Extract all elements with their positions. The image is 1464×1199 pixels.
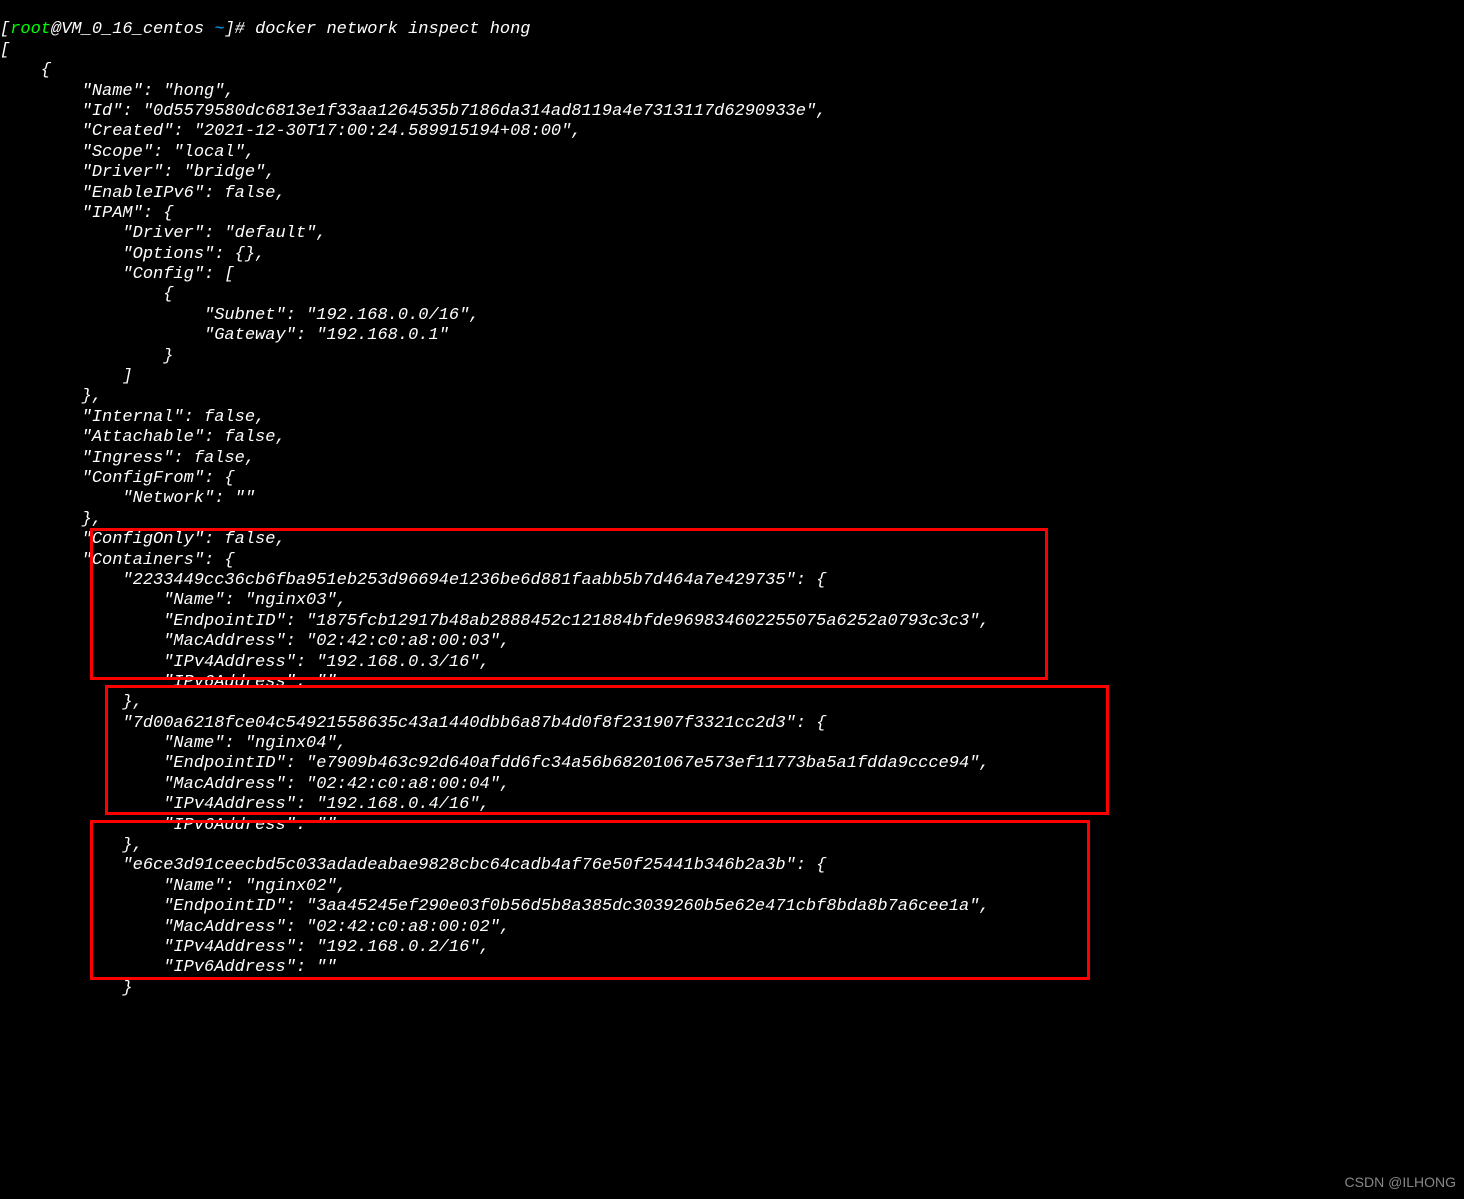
command-text[interactable]: docker network inspect hong: [255, 20, 530, 39]
json-open-bracket: [: [0, 41, 1464, 61]
json-c1-close: },: [0, 693, 1464, 713]
json-c3-eid: "EndpointID": "3aa45245ef290e03f0b56d5b8…: [0, 897, 1464, 917]
json-ipam-config-open: "Config": [: [0, 265, 1464, 285]
json-containers-open: "Containers": {: [0, 551, 1464, 571]
json-ipam-config-close: ]: [0, 367, 1464, 387]
json-scope: "Scope": "local",: [0, 143, 1464, 163]
json-id: "Id": "0d5579580dc6813e1f33aa1264535b718…: [0, 102, 1464, 122]
json-ipam-options: "Options": {},: [0, 245, 1464, 265]
json-c3-mac: "MacAddress": "02:42:c0:a8:00:02",: [0, 918, 1464, 938]
json-c1-ipv4: "IPv4Address": "192.168.0.3/16",: [0, 653, 1464, 673]
watermark-text: CSDN @ILHONG: [1345, 1174, 1456, 1191]
json-configfrom-open: "ConfigFrom": {: [0, 469, 1464, 489]
json-name: "Name": "hong",: [0, 82, 1464, 102]
prompt-tilde: ~: [214, 20, 224, 39]
json-ipam-subnet: "Subnet": "192.168.0.0/16",: [0, 306, 1464, 326]
json-c2-close: },: [0, 836, 1464, 856]
json-c2-ipv6: "IPv6Address": "": [0, 816, 1464, 836]
json-c3-close: }: [0, 979, 1464, 999]
json-ipam-cfg-brace: {: [0, 285, 1464, 305]
json-c1-key: "2233449cc36cb6fba951eb253d96694e1236be6…: [0, 571, 1464, 591]
json-ipam-cfg-close: }: [0, 347, 1464, 367]
json-c2-mac: "MacAddress": "02:42:c0:a8:00:04",: [0, 775, 1464, 795]
json-c3-name: "Name": "nginx02",: [0, 877, 1464, 897]
prompt-hash: #: [235, 20, 255, 39]
json-c3-ipv4: "IPv4Address": "192.168.0.2/16",: [0, 938, 1464, 958]
json-enableipv6: "EnableIPv6": false,: [0, 184, 1464, 204]
json-ipam-gateway: "Gateway": "192.168.0.1": [0, 326, 1464, 346]
json-ingress: "Ingress": false,: [0, 449, 1464, 469]
json-ipam-close: },: [0, 387, 1464, 407]
json-internal: "Internal": false,: [0, 408, 1464, 428]
json-ipam-open: "IPAM": {: [0, 204, 1464, 224]
prompt-host: VM_0_16_centos: [61, 20, 214, 39]
bracket-open: [: [0, 20, 10, 39]
json-driver: "Driver": "bridge",: [0, 163, 1464, 183]
json-obj-open: {: [0, 61, 1464, 81]
json-created: "Created": "2021-12-30T17:00:24.58991519…: [0, 122, 1464, 142]
json-configfrom-close: },: [0, 510, 1464, 530]
prompt-at: @: [51, 20, 61, 39]
json-c3-key: "e6ce3d91ceecbd5c033adadeabae9828cbc64ca…: [0, 856, 1464, 876]
json-c3-ipv6: "IPv6Address": "": [0, 958, 1464, 978]
json-c1-eid: "EndpointID": "1875fcb12917b48ab2888452c…: [0, 612, 1464, 632]
json-c1-ipv6: "IPv6Address": "": [0, 673, 1464, 693]
json-c2-name: "Name": "nginx04",: [0, 734, 1464, 754]
json-c2-eid: "EndpointID": "e7909b463c92d640afdd6fc34…: [0, 754, 1464, 774]
json-attachable: "Attachable": false,: [0, 428, 1464, 448]
json-c2-key: "7d00a6218fce04c54921558635c43a1440dbb6a…: [0, 714, 1464, 734]
prompt-user: root: [10, 20, 51, 39]
bracket-close: ]: [224, 20, 234, 39]
json-c1-name: "Name": "nginx03",: [0, 591, 1464, 611]
json-c1-mac: "MacAddress": "02:42:c0:a8:00:03",: [0, 632, 1464, 652]
json-c2-ipv4: "IPv4Address": "192.168.0.4/16",: [0, 795, 1464, 815]
prompt-line: [root@VM_0_16_centos ~]# docker network …: [0, 0, 1464, 41]
json-ipam-driver: "Driver": "default",: [0, 224, 1464, 244]
json-configfrom-net: "Network": "": [0, 489, 1464, 509]
json-configonly: "ConfigOnly": false,: [0, 530, 1464, 550]
